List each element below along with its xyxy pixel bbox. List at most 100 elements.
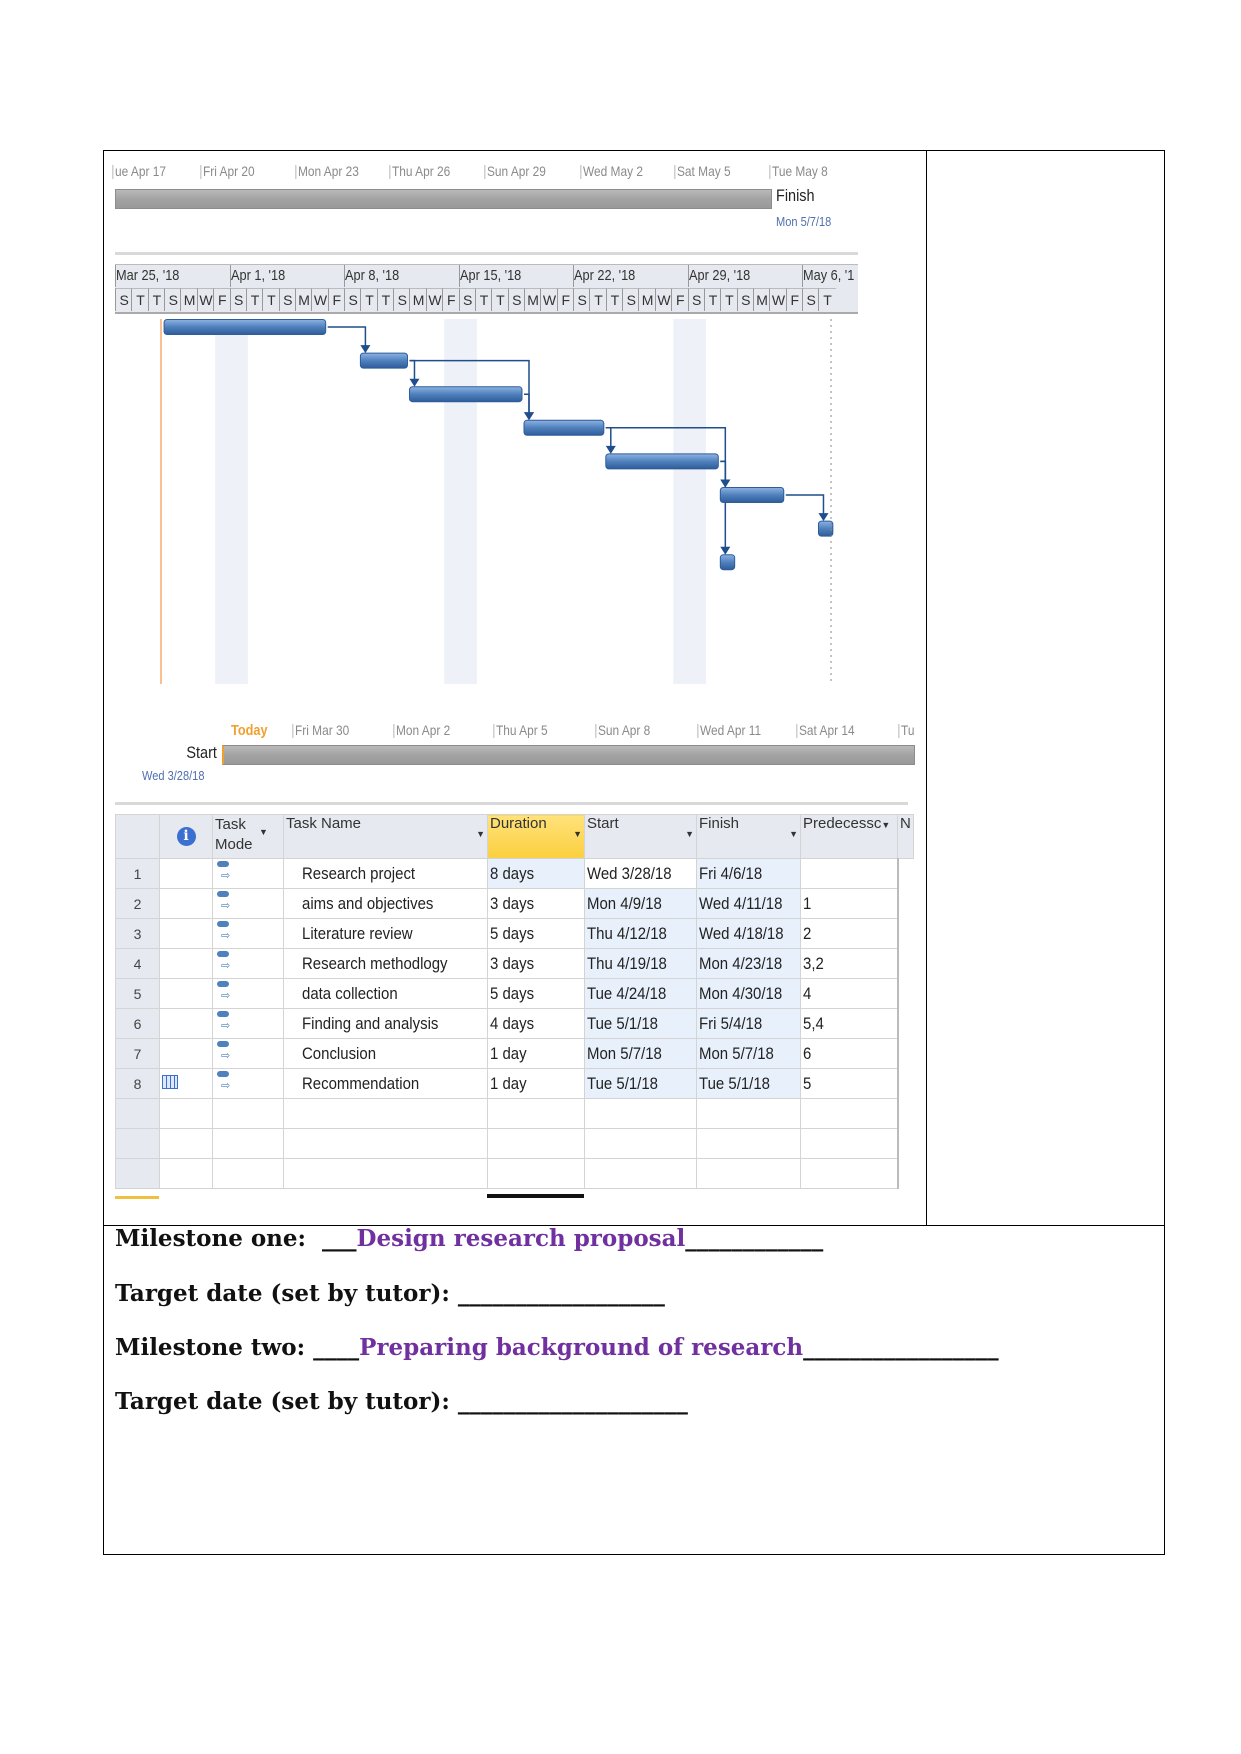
task-mode-cell[interactable]: ⇨ bbox=[212, 1038, 284, 1069]
empty-cell[interactable] bbox=[584, 1098, 697, 1129]
task-name-cell[interactable]: Finding and analysis bbox=[283, 1008, 488, 1039]
empty-cell[interactable] bbox=[212, 1128, 284, 1159]
finish-cell[interactable]: Tue 5/1/18 bbox=[696, 1068, 801, 1099]
finish-cell[interactable]: Mon 5/7/18 bbox=[696, 1038, 801, 1069]
finish-cell[interactable]: Mon 4/23/18 bbox=[696, 948, 801, 979]
target-date-blank[interactable]: __________________ bbox=[458, 1280, 665, 1307]
predecessors-cell[interactable]: 4 bbox=[800, 978, 898, 1009]
empty-cell[interactable] bbox=[487, 1098, 585, 1129]
task-mode-cell[interactable]: ⇨ bbox=[212, 918, 284, 949]
row-number[interactable] bbox=[115, 1128, 160, 1159]
row-number[interactable] bbox=[115, 1098, 160, 1129]
duration-cell[interactable]: 3 days bbox=[487, 888, 585, 919]
finish-cell[interactable]: Fri 4/6/18 bbox=[696, 858, 801, 889]
predecessors-cell[interactable]: 6 bbox=[800, 1038, 898, 1069]
empty-cell[interactable] bbox=[696, 1098, 801, 1129]
empty-cell[interactable] bbox=[159, 1098, 213, 1129]
empty-cell[interactable] bbox=[696, 1128, 801, 1159]
task-name-cell[interactable]: Research project bbox=[283, 858, 488, 889]
task-mode-cell[interactable]: ⇨ bbox=[212, 1068, 284, 1099]
task-mode-cell[interactable]: ⇨ bbox=[212, 948, 284, 979]
empty-row[interactable] bbox=[115, 1128, 914, 1159]
duration-cell[interactable]: 1 day bbox=[487, 1068, 585, 1099]
finish-cell[interactable]: Wed 4/11/18 bbox=[696, 888, 801, 919]
predecessors-header[interactable]: Predecessc▼ bbox=[800, 814, 898, 859]
row-number[interactable]: 6 bbox=[115, 1008, 160, 1039]
predecessors-cell[interactable]: 5,4 bbox=[800, 1008, 898, 1039]
task-name-cell[interactable]: aims and objectives bbox=[283, 888, 488, 919]
target-date-blank[interactable]: ____________________ bbox=[458, 1388, 688, 1415]
empty-cell[interactable] bbox=[800, 1098, 898, 1129]
predecessors-cell[interactable]: 3,2 bbox=[800, 948, 898, 979]
empty-row[interactable] bbox=[115, 1098, 914, 1129]
table-row[interactable]: 6 ⇨ Finding and analysis 4 days Tue 5/1/… bbox=[115, 1008, 914, 1039]
start-cell[interactable]: Wed 3/28/18 bbox=[584, 858, 697, 889]
row-number[interactable]: 2 bbox=[115, 888, 160, 919]
empty-cell[interactable] bbox=[283, 1158, 488, 1189]
predecessors-cell[interactable] bbox=[800, 858, 898, 889]
chevron-down-icon[interactable]: ▼ bbox=[881, 820, 890, 830]
duration-header[interactable]: Duration ▼ bbox=[487, 814, 585, 859]
start-cell[interactable]: Tue 5/1/18 bbox=[584, 1068, 697, 1099]
chevron-down-icon[interactable]: ▼ bbox=[685, 829, 694, 839]
start-cell[interactable]: Thu 4/19/18 bbox=[584, 948, 697, 979]
chevron-down-icon[interactable]: ▼ bbox=[789, 829, 798, 839]
empty-cell[interactable] bbox=[584, 1158, 697, 1189]
row-number[interactable]: 4 bbox=[115, 948, 160, 979]
task-name-cell[interactable]: Research methodlogy bbox=[283, 948, 488, 979]
task-mode-cell[interactable]: ⇨ bbox=[212, 1008, 284, 1039]
task-mode-cell[interactable]: ⇨ bbox=[212, 978, 284, 1009]
row-number[interactable]: 3 bbox=[115, 918, 160, 949]
empty-cell[interactable] bbox=[800, 1128, 898, 1159]
task-name-cell[interactable]: Recommendation bbox=[283, 1068, 488, 1099]
start-cell[interactable]: Thu 4/12/18 bbox=[584, 918, 697, 949]
table-row[interactable]: 5 ⇨ data collection 5 days Tue 4/24/18 M… bbox=[115, 978, 914, 1009]
duration-cell[interactable]: 4 days bbox=[487, 1008, 585, 1039]
finish-cell[interactable]: Wed 4/18/18 bbox=[696, 918, 801, 949]
row-number[interactable]: 5 bbox=[115, 978, 160, 1009]
row-number-header[interactable] bbox=[115, 814, 160, 859]
row-number[interactable]: 7 bbox=[115, 1038, 160, 1069]
row-number[interactable] bbox=[115, 1158, 160, 1189]
finish-cell[interactable]: Fri 5/4/18 bbox=[696, 1008, 801, 1039]
indicators-header[interactable]: i bbox=[159, 814, 213, 859]
predecessors-cell[interactable]: 5 bbox=[800, 1068, 898, 1099]
empty-cell[interactable] bbox=[159, 1158, 213, 1189]
task-name-header[interactable]: Task Name ▼ bbox=[283, 814, 488, 859]
empty-cell[interactable] bbox=[696, 1158, 801, 1189]
empty-cell[interactable] bbox=[212, 1098, 284, 1129]
task-mode-cell[interactable]: ⇨ bbox=[212, 888, 284, 919]
empty-cell[interactable] bbox=[584, 1128, 697, 1159]
task-name-cell[interactable]: data collection bbox=[283, 978, 488, 1009]
empty-cell[interactable] bbox=[487, 1128, 585, 1159]
duration-cell[interactable]: 8 days bbox=[487, 858, 585, 889]
splitter[interactable] bbox=[115, 802, 908, 805]
task-name-cell[interactable]: Conclusion bbox=[283, 1038, 488, 1069]
start-cell[interactable]: Mon 5/7/18 bbox=[584, 1038, 697, 1069]
empty-cell[interactable] bbox=[283, 1128, 488, 1159]
next-column-header[interactable]: N bbox=[897, 814, 914, 859]
chevron-down-icon[interactable]: ▼ bbox=[573, 829, 582, 839]
empty-cell[interactable] bbox=[800, 1158, 898, 1189]
timeline-bar[interactable] bbox=[222, 745, 915, 765]
chevron-down-icon[interactable]: ▼ bbox=[476, 829, 485, 839]
table-row[interactable]: 8 ⇨ Recommendation 1 day Tue 5/1/18 Tue … bbox=[115, 1068, 914, 1099]
table-row[interactable]: 2 ⇨ aims and objectives 3 days Mon 4/9/1… bbox=[115, 888, 914, 919]
duration-cell[interactable]: 5 days bbox=[487, 978, 585, 1009]
table-row[interactable]: 1 ⇨ Research project 8 days Wed 3/28/18 … bbox=[115, 858, 914, 889]
duration-cell[interactable]: 3 days bbox=[487, 948, 585, 979]
start-cell[interactable]: Mon 4/9/18 bbox=[584, 888, 697, 919]
task-name-cell[interactable]: Literature review bbox=[283, 918, 488, 949]
table-row[interactable]: 7 ⇨ Conclusion 1 day Mon 5/7/18 Mon 5/7/… bbox=[115, 1038, 914, 1069]
task-mode-header[interactable]: Task Mode ▼ bbox=[212, 814, 284, 859]
table-row[interactable]: 4 ⇨ Research methodlogy 3 days Thu 4/19/… bbox=[115, 948, 914, 979]
column-resize-handle[interactable] bbox=[487, 1194, 584, 1198]
row-number[interactable]: 8 bbox=[115, 1068, 160, 1099]
empty-cell[interactable] bbox=[212, 1158, 284, 1189]
chevron-down-icon[interactable]: ▼ bbox=[259, 827, 268, 837]
start-cell[interactable]: Tue 5/1/18 bbox=[584, 1008, 697, 1039]
empty-cell[interactable] bbox=[283, 1098, 488, 1129]
predecessors-cell[interactable]: 2 bbox=[800, 918, 898, 949]
duration-cell[interactable]: 1 day bbox=[487, 1038, 585, 1069]
finish-cell[interactable]: Mon 4/30/18 bbox=[696, 978, 801, 1009]
